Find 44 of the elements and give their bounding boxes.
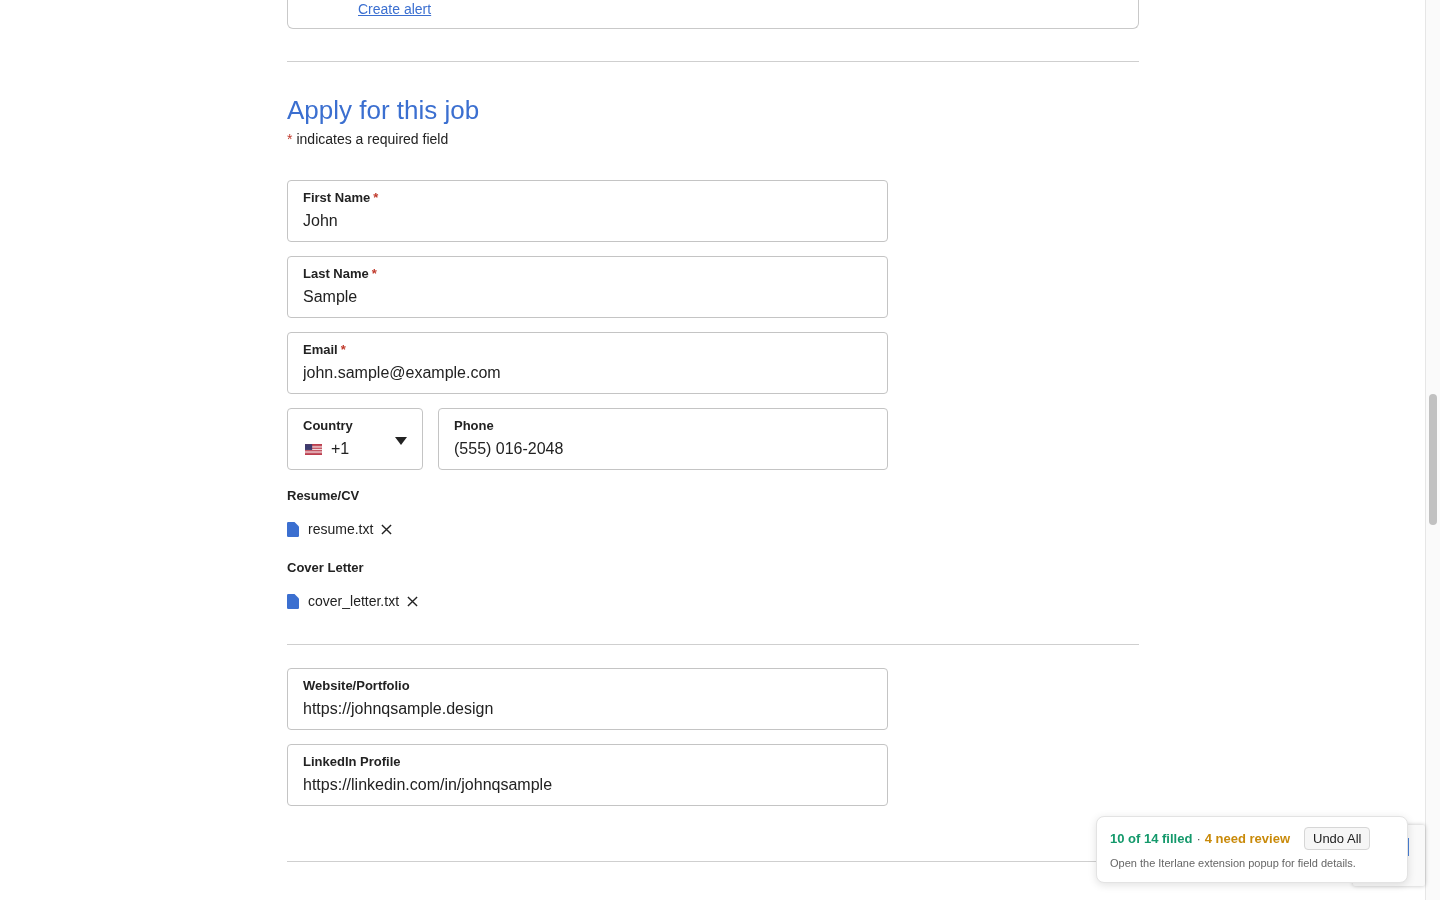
text-input[interactable]: John [303,211,872,231]
field-label: Email [303,342,338,358]
required-mark: * [371,266,377,282]
file-name: resume.txt [308,520,374,539]
phone-field[interactable]: Phone (555) 016-2048 [438,408,888,470]
text-field[interactable]: LinkedIn Profile https://linkedin.com/in/johnqsample [287,744,888,806]
required-note: indicates a required field [296,130,449,149]
text-input[interactable]: https://johnqsample.design [303,699,872,719]
phone-input[interactable]: (555) 016-2048 [454,439,872,459]
field-label: First Name [303,190,371,206]
field-label: Last Name [303,266,369,282]
file-name: cover_letter.txt [308,592,400,611]
file-icon [287,593,299,609]
field-label: LinkedIn Profile [303,754,401,770]
flag-icon [305,443,322,455]
text-input[interactable]: Sample [303,287,872,307]
remove-icon[interactable] [381,523,393,535]
text-field[interactable]: Email * john.sample@example.com [287,332,888,394]
field-label: Phone [454,418,494,434]
field-label: Country [303,418,353,434]
caret-icon [395,437,407,445]
country-code: +1 [331,440,350,458]
section-title: Apply for this job [287,94,480,126]
undo-all-button[interactable]: Undo All [1304,827,1371,850]
attachment-label: Cover Letter [287,560,364,576]
text-field[interactable]: Website/Portfolio https://johnqsample.design [287,668,888,730]
required-mark: * [287,130,293,149]
text-field[interactable]: First Name * John [287,180,888,242]
required-mark: * [340,342,346,358]
field-label: Website/Portfolio [303,678,410,694]
required-mark: * [373,190,379,206]
toast-hint: Open the Iterlane extension popup for field details. [1110,857,1357,869]
review-count: 4 need review [1204,831,1290,846]
scrollbar-thumb[interactable] [1429,394,1437,525]
attachment-label: Resume/CV [287,488,360,504]
text-input[interactable]: john.sample@example.com [303,363,872,383]
file-icon [287,521,299,537]
text-field[interactable]: Last Name * Sample [287,256,888,318]
create-alert-link[interactable]: Create alert [358,2,432,17]
filled-count: 10 of 14 filled [1110,831,1193,846]
text-input[interactable]: https://linkedin.com/in/johnqsample [303,775,872,795]
remove-icon[interactable] [407,595,419,607]
separator-dot: · [1196,831,1201,846]
country-select[interactable]: Country +1 [287,408,423,470]
